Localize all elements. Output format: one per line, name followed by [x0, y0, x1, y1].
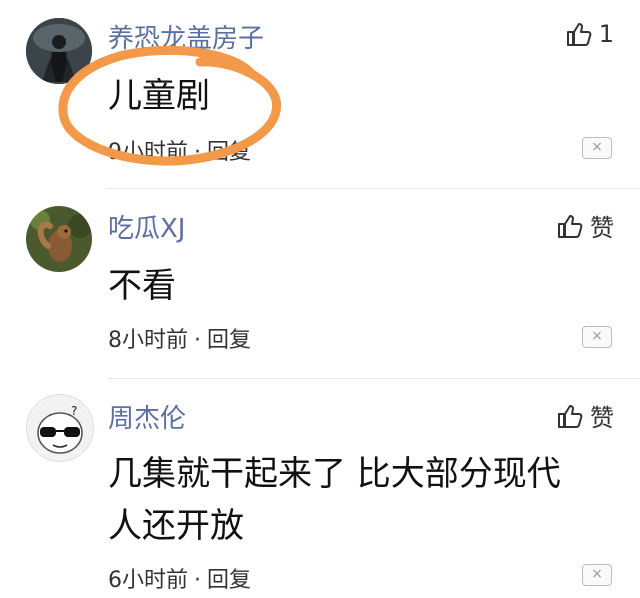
comment-text-line-1: 几集就干起来了 比大部分现代	[108, 454, 561, 494]
comment-text: 儿童剧	[108, 76, 210, 116]
comment-text-line-2: 人还开放	[108, 506, 244, 546]
comment-meta: 9小时前 · 回复	[108, 134, 251, 166]
author-name[interactable]: 养恐龙盖房子	[108, 18, 264, 55]
comment-item: ? 周杰伦 赞 几集就干起来了 比大部分现代 人还开放 6小时前 · 回复 ×	[0, 380, 640, 598]
divider	[108, 188, 640, 189]
thumbs-up-icon	[558, 404, 583, 428]
timestamp: 9小时前	[108, 140, 188, 165]
separator: ·	[194, 140, 201, 165]
avatar[interactable]: ?	[26, 394, 94, 462]
comment-meta: 8小时前 · 回复	[108, 322, 251, 354]
like-label: 赞	[590, 404, 614, 432]
separator: ·	[194, 328, 201, 353]
timestamp: 8小时前	[108, 328, 188, 353]
thumbs-up-icon	[558, 214, 583, 238]
like-label: 赞	[590, 214, 614, 242]
comment-item: 吃瓜XJ 赞 不看 8小时前 · 回复 ×	[0, 190, 640, 380]
meme-face-avatar-icon: ?	[27, 395, 93, 461]
squirrel-avatar-icon	[26, 206, 92, 272]
svg-text:?: ?	[71, 404, 77, 418]
close-button[interactable]: ×	[582, 564, 612, 586]
comment-item: 养恐龙盖房子 1 儿童剧 9小时前 · 回复 ×	[0, 0, 640, 190]
author-name[interactable]: 周杰伦	[108, 398, 186, 435]
like-button[interactable]: 赞	[556, 208, 614, 243]
like-button[interactable]: 赞	[556, 398, 614, 433]
comment-meta: 6小时前 · 回复	[108, 562, 251, 594]
author-name[interactable]: 吃瓜XJ	[108, 208, 185, 245]
reply-link[interactable]: 回复	[207, 328, 251, 353]
like-count: 1	[598, 20, 614, 48]
reply-link[interactable]: 回复	[207, 140, 251, 165]
thumbs-up-icon	[566, 23, 592, 46]
reply-link[interactable]: 回复	[207, 568, 251, 593]
close-button[interactable]: ×	[582, 137, 612, 159]
like-button[interactable]: 1	[565, 20, 614, 48]
timestamp: 6小时前	[108, 568, 188, 593]
divider	[108, 378, 640, 379]
avatar[interactable]	[26, 18, 92, 84]
close-button[interactable]: ×	[582, 326, 612, 348]
dark-knight-avatar-icon	[26, 18, 92, 84]
avatar[interactable]	[26, 206, 92, 272]
separator: ·	[194, 568, 201, 593]
comment-text: 不看	[108, 266, 176, 306]
